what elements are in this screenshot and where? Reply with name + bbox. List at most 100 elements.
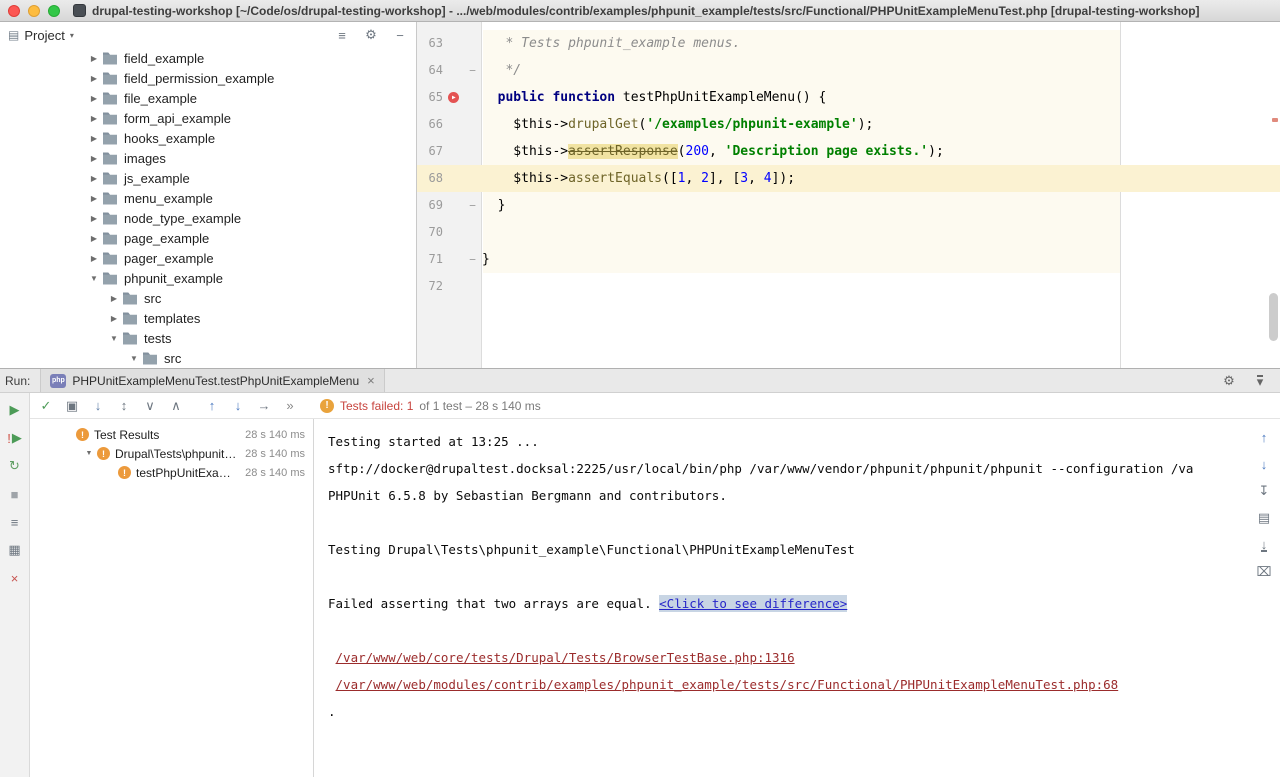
stack-link-browsertestbase[interactable]: /var/www/web/core/tests/Drupal/Tests/Bro… bbox=[336, 650, 795, 665]
project-item-field_example[interactable]: ▶field_example bbox=[0, 48, 416, 68]
code-line-text[interactable] bbox=[482, 273, 1280, 300]
code-line-text[interactable] bbox=[482, 219, 1280, 246]
chevron-down-icon[interactable]: ▼ bbox=[86, 274, 102, 283]
editor-scrollbar[interactable] bbox=[1269, 293, 1278, 341]
project-item-hooks_example[interactable]: ▶hooks_example bbox=[0, 128, 416, 148]
chevron-right-icon[interactable]: ▶ bbox=[86, 194, 102, 203]
console-output[interactable]: Testing started at 13:25 ...sftp://docke… bbox=[314, 419, 1248, 777]
project-item-form_api_example[interactable]: ▶form_api_example bbox=[0, 108, 416, 128]
fold-slot bbox=[463, 30, 482, 57]
chevron-right-icon[interactable]: ▶ bbox=[86, 134, 102, 143]
code-line-text[interactable]: $this->drupalGet('/examples/phpunit-exam… bbox=[482, 111, 1280, 138]
chevron-right-icon[interactable]: ▶ bbox=[86, 54, 102, 63]
fold-marker-icon[interactable]: − bbox=[463, 57, 482, 84]
stack-link-menutest[interactable]: /var/www/web/modules/contrib/examples/ph… bbox=[336, 677, 1119, 692]
folder-icon bbox=[102, 112, 118, 125]
run-settings-icon[interactable]: ⚙ bbox=[1221, 373, 1237, 389]
export-console-icon[interactable]: ↧ bbox=[1256, 483, 1272, 499]
chevron-right-icon[interactable]: ▶ bbox=[86, 74, 102, 83]
expand-all-icon[interactable]: ∨ bbox=[142, 398, 158, 414]
project-item-label: menu_example bbox=[124, 191, 213, 206]
rerun-failed-tests-button[interactable]: !▶ bbox=[7, 430, 23, 446]
chevron-right-icon[interactable]: ▶ bbox=[106, 314, 122, 323]
test-tree-item[interactable]: !Test Results28 s 140 ms bbox=[30, 425, 313, 444]
chevron-down-icon[interactable]: ▼ bbox=[106, 334, 122, 343]
chevron-right-icon[interactable]: ▶ bbox=[86, 174, 102, 183]
project-item-file_example[interactable]: ▶file_example bbox=[0, 88, 416, 108]
zoom-window-button[interactable] bbox=[48, 5, 60, 17]
toggle-auto-test-button[interactable]: ↻ bbox=[7, 458, 23, 474]
overflow-icon[interactable]: » bbox=[282, 398, 298, 414]
sort-alphabetically-icon[interactable]: ↕ bbox=[116, 398, 132, 414]
clear-console-icon[interactable]: ⌧ bbox=[1256, 564, 1272, 580]
fold-marker-icon[interactable]: − bbox=[463, 192, 482, 219]
code-line-text[interactable]: * Tests phpunit_example menus. bbox=[482, 30, 1280, 57]
test-history-button[interactable]: ≡ bbox=[7, 514, 23, 530]
chevron-right-icon[interactable]: ▶ bbox=[86, 114, 102, 123]
next-stacktrace-icon[interactable]: ↓ bbox=[1256, 456, 1272, 472]
chevron-right-icon[interactable]: ▶ bbox=[86, 234, 102, 243]
show-ignored-icon[interactable]: ▣ bbox=[64, 398, 80, 414]
close-button[interactable]: × bbox=[7, 570, 23, 586]
next-occurrence-icon[interactable]: ↓ bbox=[230, 398, 246, 414]
chevron-right-icon[interactable]: ▶ bbox=[86, 94, 102, 103]
close-tab-icon[interactable]: × bbox=[367, 373, 375, 388]
project-item-src[interactable]: ▶ src bbox=[0, 288, 416, 308]
chevron-right-icon[interactable]: ▶ bbox=[106, 294, 122, 303]
failed-test-gutter-icon[interactable] bbox=[443, 84, 463, 111]
project-item-pager_example[interactable]: ▶pager_example bbox=[0, 248, 416, 268]
code-line-text[interactable]: public function testPhpUnitExampleMenu()… bbox=[482, 84, 1280, 111]
project-item-menu_example[interactable]: ▶ menu_example bbox=[0, 188, 416, 208]
soft-wrap-icon[interactable]: ▤ bbox=[1256, 510, 1272, 526]
chevron-right-icon[interactable]: ▶ bbox=[86, 254, 102, 263]
settings-gear-icon[interactable]: ⚙ bbox=[363, 27, 379, 43]
previous-occurrence-icon[interactable]: ↑ bbox=[204, 398, 220, 414]
code-line-text[interactable]: $this->assertEquals([1, 2], [3, 4]); bbox=[482, 165, 1280, 192]
folder-icon bbox=[102, 72, 118, 85]
chevron-right-icon[interactable]: ▶ bbox=[86, 154, 102, 163]
stop-button[interactable]: ■ bbox=[7, 486, 23, 502]
chevron-down-icon[interactable]: ▾ bbox=[70, 31, 74, 40]
test-tree-item[interactable]: ▼!Drupal\Tests\phpunit_ex...28 s 140 ms bbox=[30, 444, 313, 463]
code-line-text[interactable]: $this->assertResponse(200, 'Description … bbox=[482, 138, 1280, 165]
code-line-text[interactable]: } bbox=[482, 246, 1280, 273]
project-item-label: field_permission_example bbox=[124, 71, 274, 86]
test-tree-item[interactable]: !testPhpUnitExampleM...28 s 140 ms bbox=[30, 463, 313, 482]
prev-stacktrace-icon[interactable]: ↑ bbox=[1256, 429, 1272, 445]
code-editor[interactable]: 63 * Tests phpunit_example menus.64− */6… bbox=[417, 22, 1280, 368]
restore-layout-button[interactable]: ▦ bbox=[7, 542, 23, 558]
chevron-down-icon[interactable]: ▼ bbox=[81, 450, 97, 457]
fold-marker-icon[interactable]: − bbox=[463, 246, 482, 273]
chevron-right-icon[interactable]: ▶ bbox=[86, 214, 102, 223]
main-split: ▤ Project ▾ ≡⚙− ▶field_example▶field_per… bbox=[0, 22, 1280, 368]
close-window-button[interactable] bbox=[8, 5, 20, 17]
project-item-js_example[interactable]: ▶js_example bbox=[0, 168, 416, 188]
hide-panel-icon[interactable]: − bbox=[392, 27, 408, 43]
hide-panel-icon[interactable]: ▾ bbox=[1252, 373, 1268, 389]
chevron-down-icon[interactable]: ▼ bbox=[126, 354, 142, 363]
project-item-field_permission_example[interactable]: ▶ field_permission_example bbox=[0, 68, 416, 88]
project-item-templates[interactable]: ▶templates bbox=[0, 308, 416, 328]
test-duration: 28 s 140 ms bbox=[239, 429, 305, 441]
collapse-all-icon[interactable]: ≡ bbox=[334, 27, 350, 43]
project-item-images[interactable]: ▶images bbox=[0, 148, 416, 168]
project-item-src[interactable]: ▼src bbox=[0, 348, 416, 368]
collapse-all-icon[interactable]: ∧ bbox=[168, 398, 184, 414]
run-tab[interactable]: PHPUnitExampleMenuTest.testPhpUnitExampl… bbox=[40, 369, 384, 392]
project-item-node_type_example[interactable]: ▶node_type_example bbox=[0, 208, 416, 228]
project-item-page_example[interactable]: ▶page_example bbox=[0, 228, 416, 248]
show-passed-icon[interactable]: ✓ bbox=[38, 398, 54, 414]
project-item-phpunit_example[interactable]: ▼phpunit_example bbox=[0, 268, 416, 288]
diff-link[interactable]: <Click to see difference> bbox=[659, 595, 847, 612]
scroll-to-end-icon[interactable]: ↓ bbox=[1256, 537, 1272, 553]
rerun-button[interactable]: ▶ bbox=[7, 402, 23, 418]
project-item-label: src bbox=[144, 291, 161, 306]
minimize-window-button[interactable] bbox=[28, 5, 40, 17]
project-panel-title[interactable]: Project bbox=[24, 28, 64, 43]
code-line-text[interactable]: } bbox=[482, 192, 1280, 219]
import-test-results-icon[interactable]: → bbox=[256, 398, 272, 414]
project-item-tests[interactable]: ▼tests bbox=[0, 328, 416, 348]
code-line-text[interactable]: */ bbox=[482, 57, 1280, 84]
sort-by-duration-icon[interactable]: ↓ bbox=[90, 398, 106, 414]
editor-line-71: 71−} bbox=[417, 246, 1280, 273]
